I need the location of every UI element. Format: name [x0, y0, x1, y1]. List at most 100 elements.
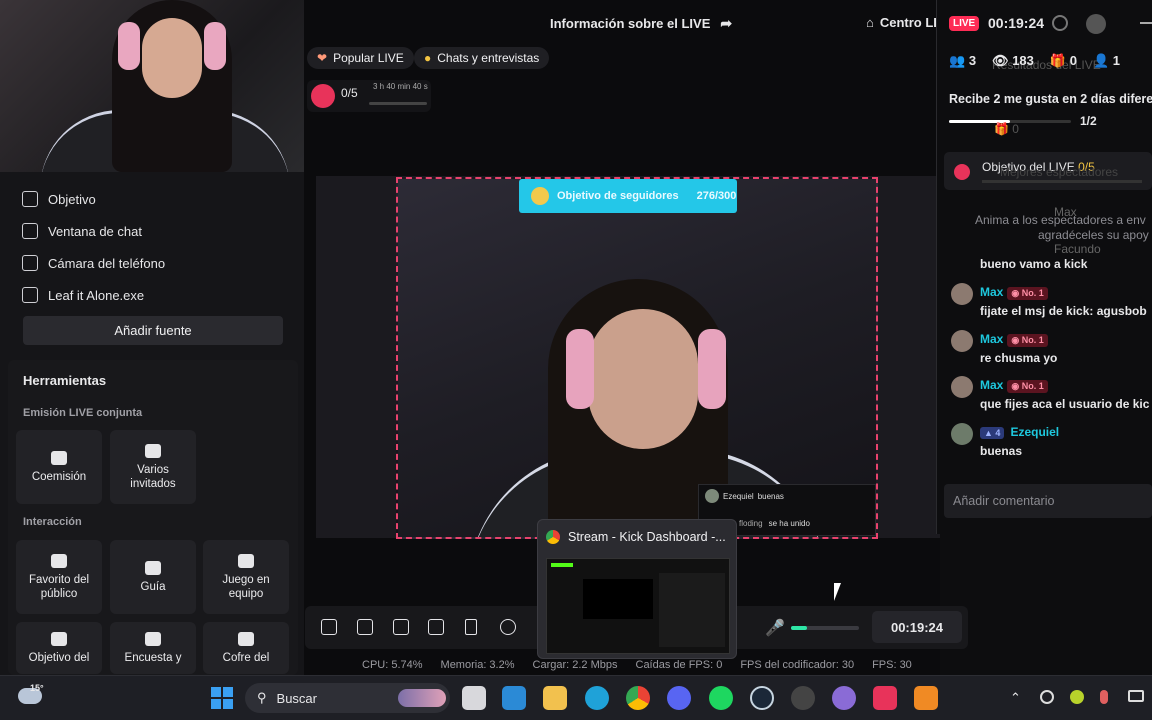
poll-icon: [145, 632, 161, 646]
microphone-icon[interactable]: 🎤: [765, 618, 785, 638]
settings-icon[interactable]: [1052, 15, 1068, 31]
source-item-chat-window[interactable]: Ventana de chat: [22, 219, 142, 243]
live-objective-card[interactable]: Objetivo del LIVE 0/5 Mejores espectador…: [944, 152, 1152, 190]
daily-task-text: Recibe 2 me gusta en 2 días difere: [949, 92, 1152, 106]
best-viewers-label: Mejores espectadores: [1000, 165, 1119, 179]
chat-message-header: Max ◉ No. 1: [980, 378, 1048, 393]
gifts-count[interactable]: 🎁 0: [1050, 53, 1077, 69]
taskbar-search[interactable]: ⚲ Buscar: [245, 683, 450, 713]
message-text: fijate el msj de kick: agusbob: [980, 304, 1147, 318]
heart-icon: ❤: [317, 51, 328, 65]
source-item-phone-camera[interactable]: Cámara del teléfono: [22, 251, 165, 275]
tool-guide[interactable]: Guía: [110, 540, 196, 614]
tray-nvidia-icon[interactable]: [1070, 690, 1084, 704]
rank-badge: ◉ No. 1: [1007, 334, 1048, 347]
tray-display-icon[interactable]: [1128, 690, 1144, 702]
level-badge: ▲ 4: [980, 427, 1005, 439]
avatar[interactable]: [951, 330, 973, 352]
overlay-user: Ezequiel: [723, 491, 754, 501]
spotify-icon[interactable]: [709, 686, 733, 710]
views-count[interactable]: 👁 183: [992, 53, 1034, 69]
gift-encouragement-text: Anima a los espectadores a env: [975, 213, 1146, 227]
goal-widget[interactable]: 0/5 3 h 40 min 40 s: [307, 80, 431, 112]
task-view-icon[interactable]: [462, 686, 486, 710]
section-joint-live: Emisión LIVE conjunta: [23, 407, 143, 419]
message-text: que fijes aca el usuario de kic: [980, 397, 1150, 411]
source-label: Objetivo: [48, 191, 96, 207]
effects-icon[interactable]: [357, 619, 373, 635]
overlay-user: floding: [739, 519, 763, 528]
chrome-icon[interactable]: [626, 686, 650, 710]
magic-wand-icon[interactable]: [321, 619, 337, 635]
stat-upload: Cargar: 2.2 Mbps: [532, 659, 618, 671]
tool-objective[interactable]: Objetivo del: [16, 622, 102, 674]
tool-coemision[interactable]: Coemisión: [16, 430, 102, 504]
ghost-facundo: Facundo: [1054, 242, 1101, 256]
avatar[interactable]: [951, 423, 973, 445]
gift-icon: 🎁: [1049, 53, 1067, 68]
steam-icon[interactable]: [750, 686, 774, 710]
edge-icon[interactable]: [585, 686, 609, 710]
discord-icon[interactable]: [667, 686, 691, 710]
overlay-text: buenas: [757, 491, 784, 501]
tool-multi-guest[interactable]: Varios invitados: [110, 430, 196, 504]
ai-icon[interactable]: [393, 619, 409, 635]
avatar[interactable]: [951, 376, 973, 398]
chat-message: fijate el msj de kick: agusbob: [980, 304, 1147, 318]
phone-icon[interactable]: [465, 619, 477, 635]
tool-team-game[interactable]: Juego en equipo: [203, 540, 289, 614]
link-icon: [51, 450, 67, 465]
star-user-icon: [51, 553, 67, 568]
objective-icon: [954, 164, 970, 180]
leaf-game-icon[interactable]: [914, 686, 938, 710]
overlay-text: se ha unido: [768, 519, 810, 528]
mic-volume-slider[interactable]: [791, 626, 859, 630]
window-preview-image: [546, 558, 730, 654]
comment-input[interactable]: Añadir comentario: [944, 484, 1152, 518]
followers-count[interactable]: 👤 1: [1093, 53, 1120, 69]
minimize-icon[interactable]: [1140, 22, 1152, 24]
file-explorer-icon[interactable]: [543, 686, 567, 710]
weather-temp: 15°: [30, 683, 44, 693]
tool-poll[interactable]: Encuesta y: [110, 622, 196, 674]
add-source-button[interactable]: Añadir fuente: [23, 316, 283, 345]
team-icon: [238, 553, 254, 568]
pill-label: Chats y entrevistas: [437, 51, 540, 65]
store-icon[interactable]: [502, 686, 526, 710]
users-icon: [145, 443, 161, 458]
obs-icon[interactable]: [791, 686, 815, 710]
share-icon[interactable]: ➦: [720, 15, 732, 32]
chat-icon: [22, 223, 38, 239]
tray-app-icon[interactable]: [1040, 690, 1054, 704]
viewers-count[interactable]: 👥 3: [949, 53, 976, 69]
taskbar-window-preview[interactable]: Stream - Kick Dashboard -...: [537, 519, 737, 659]
search-label: Buscar: [276, 690, 317, 706]
chevron-up-icon[interactable]: ⌃: [1010, 690, 1021, 706]
webcam-preview: [0, 0, 304, 172]
tool-chest[interactable]: Cofre del: [203, 622, 289, 674]
add-scene-icon[interactable]: [428, 619, 444, 635]
source-item-objetivo[interactable]: Objetivo: [22, 187, 96, 211]
chat-message: bueno vamo a kick: [980, 257, 1087, 271]
camera-icon: [22, 255, 38, 271]
tray-mic-icon[interactable]: [1100, 690, 1108, 704]
popular-live-pill[interactable]: ❤ Popular LIVE: [307, 47, 414, 69]
stat-fps-drops: Caídas de FPS: 0: [635, 659, 723, 671]
rank-badge: ◉ No. 1: [1007, 287, 1048, 300]
stat-cpu: CPU: 5.74%: [362, 659, 423, 671]
live-info-header[interactable]: Información sobre el LIVE ➦: [550, 15, 732, 32]
stat-encoder-fps: FPS del codificador: 30: [740, 659, 855, 671]
windows-start-icon[interactable]: [211, 687, 233, 709]
avatar[interactable]: [951, 283, 973, 305]
tool-audience-favorite[interactable]: Favorito del público: [16, 540, 102, 614]
chat-message: re chusma yo: [980, 351, 1057, 365]
tiktok-live-studio-icon[interactable]: [873, 686, 897, 710]
source-item-leaf-it-alone[interactable]: Leaf it Alone.exe: [22, 283, 144, 307]
chat-app-icon[interactable]: [832, 686, 856, 710]
chest-icon: [238, 632, 254, 646]
chats-interviews-pill[interactable]: ● Chats y entrevistas: [414, 47, 550, 69]
chat-message-header: ▲ 4 Ezequiel: [980, 425, 1059, 439]
stat-fps: FPS: 30: [872, 659, 912, 671]
record-icon[interactable]: [500, 619, 516, 635]
avatar[interactable]: [1086, 14, 1106, 34]
